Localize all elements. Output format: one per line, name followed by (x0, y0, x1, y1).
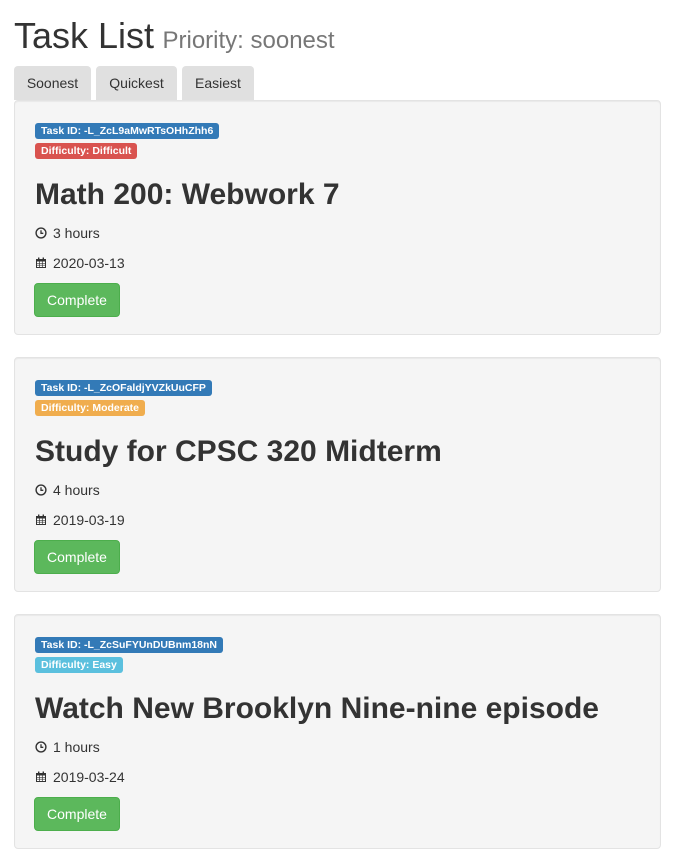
sort-easiest-button[interactable]: Easiest (182, 66, 254, 100)
priority-subtitle: Priority: soonest (162, 27, 335, 54)
calendar-icon (35, 771, 47, 783)
task-card: Task ID: -L_ZcOFaldjYVZkUuCFP Difficulty… (14, 357, 661, 592)
task-date-value: 2019-03-24 (53, 769, 125, 785)
task-date: 2019-03-24 (35, 769, 125, 785)
task-hours-value: 3 hours (53, 225, 100, 241)
task-list-page: Task List Priority: soonest Soonest Quic… (0, 0, 677, 860)
task-card: Task ID: -L_ZcL9aMwRTsOHhZhh6 Difficulty… (14, 100, 661, 335)
task-date: 2020-03-13 (35, 255, 125, 271)
task-title: Study for CPSC 320 Midterm (35, 435, 442, 468)
clock-icon (35, 484, 47, 496)
task-id-badge: Task ID: -L_ZcL9aMwRTsOHhZhh6 (35, 123, 220, 139)
difficulty-badge: Difficulty: Easy (35, 657, 123, 673)
task-hours-value: 1 hours (53, 739, 100, 755)
page-header: Task List Priority: soonest (14, 14, 335, 58)
task-id-badge: Task ID: -L_ZcSuFYUnDUBnm18nN (35, 637, 223, 653)
task-date-value: 2020-03-13 (53, 255, 125, 271)
task-hours: 1 hours (35, 739, 100, 755)
task-date-value: 2019-03-19 (53, 512, 125, 528)
complete-button[interactable]: Complete (34, 283, 120, 317)
calendar-icon (35, 257, 47, 269)
task-date: 2019-03-19 (35, 512, 125, 528)
difficulty-badge: Difficulty: Moderate (35, 400, 146, 416)
task-hours-value: 4 hours (53, 482, 100, 498)
task-title: Math 200: Webwork 7 (35, 178, 340, 211)
clock-icon (35, 227, 47, 239)
sort-quickest-button[interactable]: Quickest (96, 66, 177, 100)
task-id-badge: Task ID: -L_ZcOFaldjYVZkUuCFP (35, 380, 212, 396)
task-card: Task ID: -L_ZcSuFYUnDUBnm18nN Difficulty… (14, 614, 661, 849)
clock-icon (35, 741, 47, 753)
calendar-icon (35, 514, 47, 526)
difficulty-badge: Difficulty: Difficult (35, 143, 138, 159)
complete-button[interactable]: Complete (34, 540, 120, 574)
task-hours: 4 hours (35, 482, 100, 498)
complete-button[interactable]: Complete (34, 797, 120, 831)
page-title: Task List (14, 15, 155, 56)
sort-soonest-button[interactable]: Soonest (14, 66, 91, 100)
task-title: Watch New Brooklyn Nine-nine episode (35, 692, 599, 725)
task-hours: 3 hours (35, 225, 100, 241)
